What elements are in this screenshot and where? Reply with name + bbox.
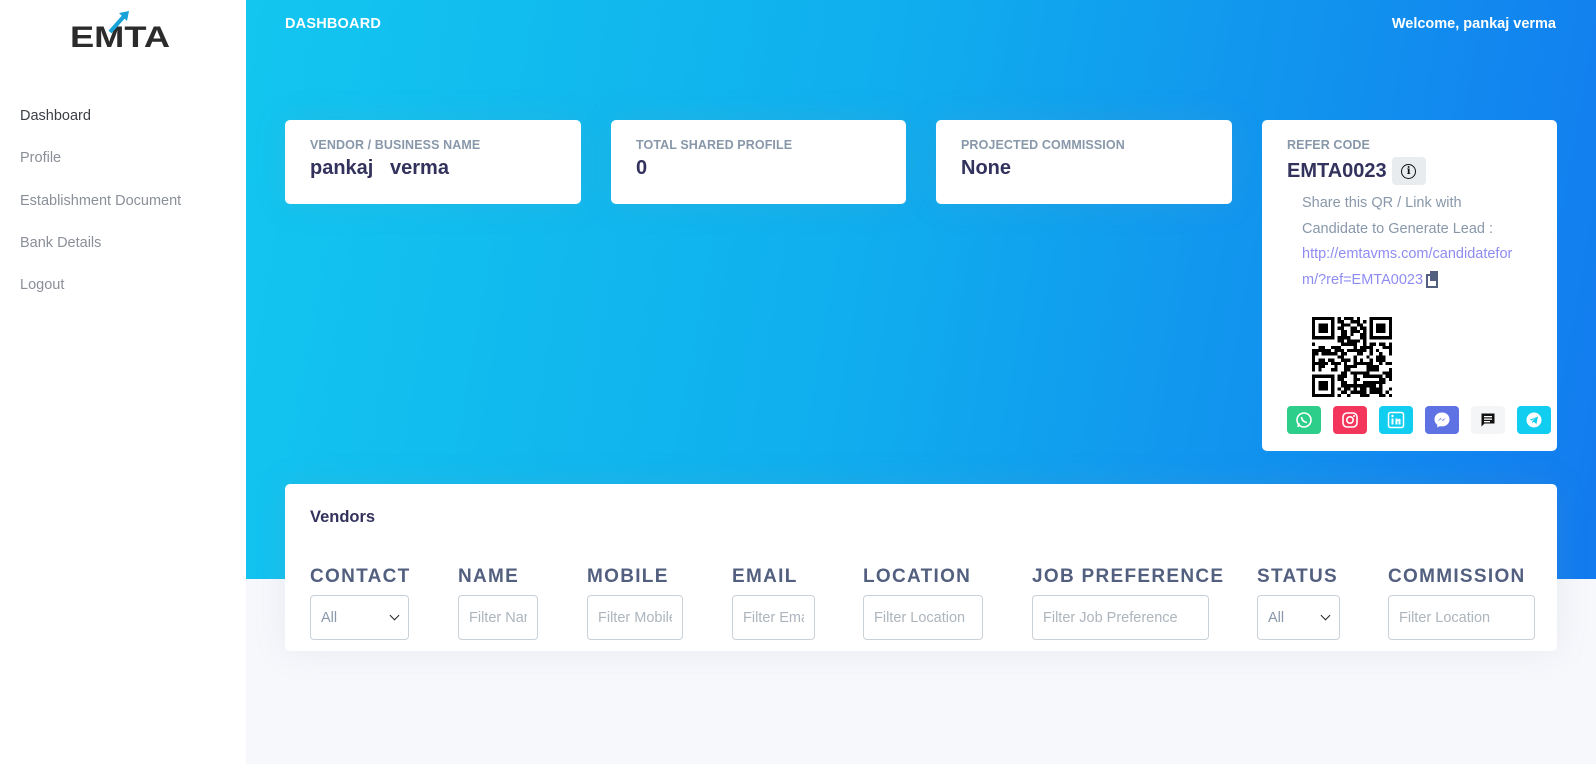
emta-logo[interactable]: EMTA — [70, 10, 172, 50]
sidebar-item-dashboard[interactable]: Dashboard — [20, 106, 181, 148]
commission-filter-box[interactable] — [1388, 595, 1535, 640]
share-buttons — [1287, 406, 1551, 434]
sms-button[interactable] — [1471, 406, 1505, 434]
copy-icon[interactable] — [1426, 270, 1439, 288]
sidebar: EMTA Dashboard Profile Establishment Doc… — [0, 0, 246, 764]
contact-column: CONTACT All — [310, 566, 409, 640]
telegram-button[interactable] — [1517, 406, 1551, 434]
contact-filter-select[interactable]: All — [310, 595, 409, 640]
commission-filter-input[interactable] — [1399, 609, 1524, 626]
location-filter-box[interactable] — [863, 595, 983, 640]
commission-column: COMMISSION — [1388, 566, 1535, 640]
linkedin-button[interactable] — [1379, 406, 1413, 434]
info-button[interactable]: i — [1391, 157, 1426, 185]
status-filter-value: All — [1268, 609, 1285, 626]
linkedin-icon — [1387, 411, 1405, 429]
whatsapp-icon — [1296, 412, 1312, 428]
mobile-filter-box[interactable] — [587, 595, 683, 640]
projected-commission-card: PROJECTED COMMISSION None — [936, 120, 1232, 204]
instagram-button[interactable] — [1333, 406, 1367, 434]
projected-commission-value: None — [961, 157, 1011, 179]
messenger-button[interactable] — [1425, 406, 1459, 434]
location-column: LOCATION — [863, 566, 983, 640]
sidebar-item-profile[interactable]: Profile — [20, 148, 181, 190]
column-header-job-preference: JOB PREFERENCE — [1032, 566, 1225, 587]
vendors-panel: Vendors CONTACT All NAME MOBILE EMAIL LO… — [285, 484, 1557, 651]
telegram-icon — [1526, 412, 1542, 428]
column-header-mobile: MOBILE — [587, 566, 669, 587]
status-filter-select[interactable]: All — [1257, 595, 1340, 640]
welcome-text: Welcome, pankaj verma — [1391, 16, 1556, 32]
refer-link[interactable]: http://emtavms.com/candidateform/?ref=EM… — [1302, 246, 1512, 288]
name-column: NAME — [458, 566, 538, 640]
sidebar-item-logout[interactable]: Logout — [20, 275, 181, 317]
refer-link-container: http://emtavms.com/candidateform/?ref=EM… — [1302, 242, 1522, 293]
instagram-icon — [1342, 412, 1358, 428]
column-header-contact: CONTACT — [310, 566, 411, 587]
sidebar-item-bank-details[interactable]: Bank Details — [20, 233, 181, 275]
email-filter-box[interactable] — [732, 595, 815, 640]
shared-profile-value: 0 — [636, 157, 648, 179]
vendor-name-card: VENDOR / BUSINESS NAME pankaj verma — [285, 120, 581, 204]
name-filter-box[interactable] — [458, 595, 538, 640]
refer-code-label: REFER CODE — [1287, 138, 1370, 152]
column-header-commission: COMMISSION — [1388, 566, 1526, 587]
card-label: PROJECTED COMMISSION — [961, 138, 1125, 152]
mobile-column: MOBILE — [587, 566, 683, 640]
chevron-down-icon — [389, 610, 400, 621]
shared-profile-card: TOTAL SHARED PROFILE 0 — [611, 120, 906, 204]
name-filter-input[interactable] — [469, 609, 527, 626]
card-label: TOTAL SHARED PROFILE — [636, 138, 793, 152]
sidebar-nav: Dashboard Profile Establishment Document… — [20, 106, 181, 317]
card-label: VENDOR / BUSINESS NAME — [310, 138, 481, 152]
column-header-name: NAME — [458, 566, 520, 587]
mobile-filter-input[interactable] — [598, 609, 672, 626]
page-title: DASHBOARD — [285, 16, 382, 32]
info-icon: i — [1401, 163, 1417, 179]
share-instructions: Share this QR / Link with Candidate to G… — [1302, 195, 1494, 237]
status-column: STATUS All — [1257, 566, 1340, 640]
job-preference-filter-input[interactable] — [1043, 609, 1198, 626]
vendor-name-value: pankaj verma — [310, 157, 449, 179]
vendors-title: Vendors — [310, 508, 376, 526]
contact-filter-value: All — [321, 609, 338, 626]
column-header-email: EMAIL — [732, 566, 798, 587]
sidebar-item-establishment-document[interactable]: Establishment Document — [20, 191, 181, 233]
location-filter-input[interactable] — [874, 609, 972, 626]
sms-icon — [1481, 413, 1495, 427]
job-preference-filter-box[interactable] — [1032, 595, 1209, 640]
job-preference-column: JOB PREFERENCE — [1032, 566, 1225, 640]
whatsapp-button[interactable] — [1287, 406, 1321, 434]
column-header-location: LOCATION — [863, 566, 972, 587]
qr-code — [1312, 317, 1392, 397]
messenger-icon — [1434, 412, 1450, 428]
email-column: EMAIL — [732, 566, 815, 640]
refer-code-card: REFER CODE EMTA0023 i Share this QR / Li… — [1262, 120, 1557, 451]
chevron-down-icon — [1320, 610, 1331, 621]
email-filter-input[interactable] — [743, 609, 804, 626]
column-header-status: STATUS — [1257, 566, 1338, 587]
svg-text:EMTA: EMTA — [70, 21, 170, 50]
refer-code-value: EMTA0023 — [1287, 159, 1387, 182]
